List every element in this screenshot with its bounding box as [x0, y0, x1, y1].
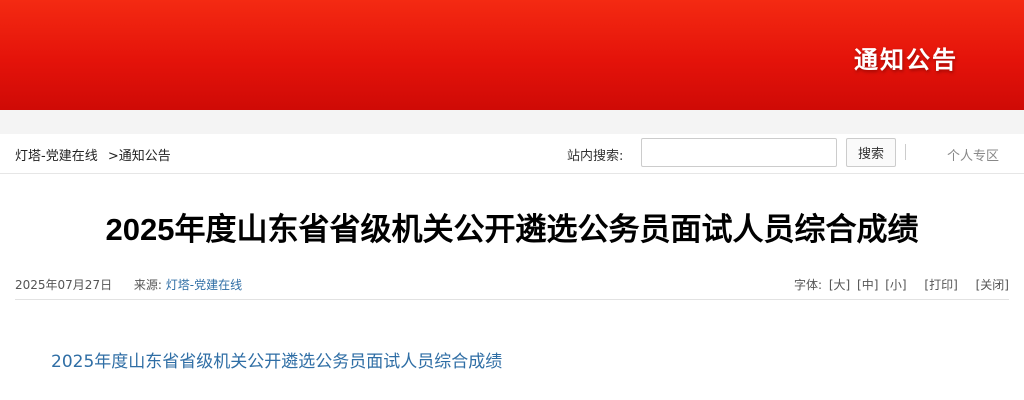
- font-large-button[interactable]: [大]: [829, 278, 850, 292]
- print-button[interactable]: [打印]: [924, 278, 957, 292]
- meta-divider: [15, 299, 1009, 300]
- breadcrumb-separator: >: [107, 149, 119, 164]
- breadcrumb: 灯塔-党建在线 >通知公告: [15, 145, 171, 164]
- banner-title: 通知公告: [854, 46, 958, 74]
- header-spacer: [0, 110, 1024, 134]
- breadcrumb-current-link[interactable]: 通知公告: [119, 149, 171, 164]
- search-label: 站内搜索:: [567, 149, 624, 164]
- font-size-label: 字体:: [793, 278, 822, 292]
- personal-area-link[interactable]: 个人专区: [947, 145, 999, 164]
- header-banner: 通知公告: [0, 0, 1024, 110]
- source-link[interactable]: 灯塔-党建在线: [166, 278, 242, 292]
- nav-divider: [905, 144, 906, 160]
- search-button[interactable]: 搜索: [846, 138, 896, 167]
- font-medium-button[interactable]: [中]: [857, 278, 878, 292]
- source-label: 来源:: [133, 278, 162, 292]
- attachment-link[interactable]: 2025年度山东省省级机关公开遴选公务员面试人员综合成绩: [51, 347, 502, 372]
- publish-date: 2025年07月27日: [15, 278, 113, 292]
- close-button[interactable]: [关闭]: [976, 278, 1009, 292]
- nav-bar: 灯塔-党建在线 >通知公告 站内搜索: 搜索 个人专区: [0, 134, 1024, 174]
- search-input[interactable]: [641, 138, 837, 167]
- article-title: 2025年度山东省省级机关公开遴选公务员面试人员综合成绩: [105, 212, 919, 247]
- font-small-button[interactable]: [小]: [885, 278, 906, 292]
- article-meta: 2025年07月27日 来源: 灯塔-党建在线: [15, 276, 242, 293]
- article-tools: 字体: [大] [中] [小] [打印] [关闭]: [791, 276, 1009, 293]
- breadcrumb-home-link[interactable]: 灯塔-党建在线: [15, 149, 98, 164]
